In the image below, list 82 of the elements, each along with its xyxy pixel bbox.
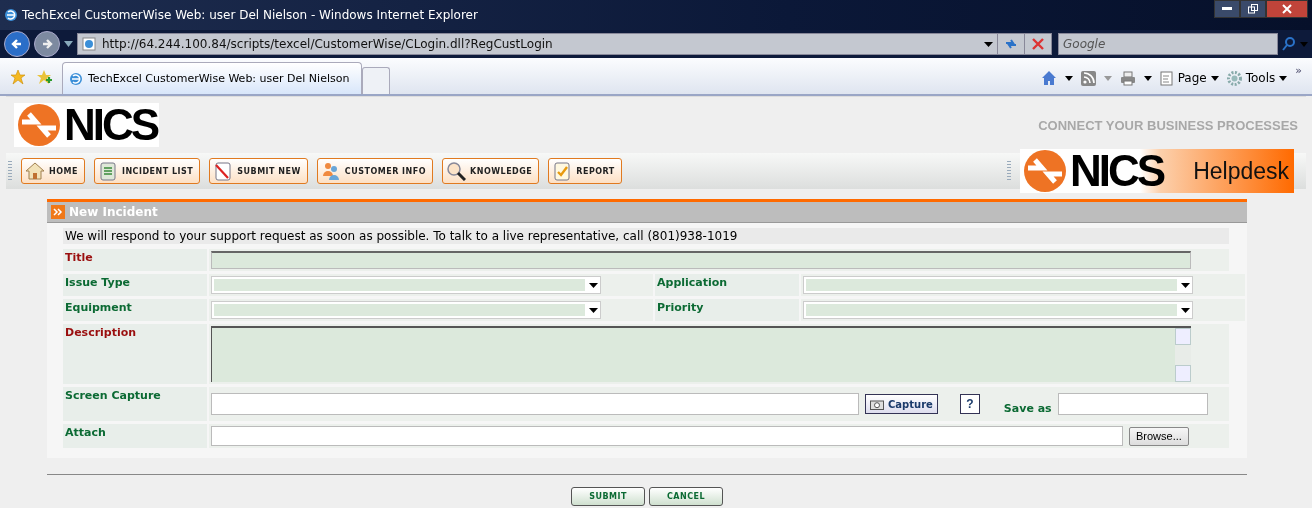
add-favorite-icon[interactable]: [36, 69, 52, 85]
forward-button[interactable]: [34, 31, 60, 57]
feed-icon[interactable]: [1080, 70, 1096, 86]
nav-button[interactable]: CUSTOMER INFO: [316, 158, 433, 184]
select-field[interactable]: [211, 276, 601, 294]
field-label: Equipment: [65, 301, 132, 314]
save-as-field[interactable]: [1057, 393, 1208, 415]
helpdesk-logo: NICS Helpdesk: [1020, 149, 1294, 193]
caret-icon[interactable]: [1064, 75, 1073, 81]
chevron-icon: [51, 205, 65, 219]
clipboard-icon: [97, 161, 118, 181]
capture-field[interactable]: [211, 393, 859, 415]
window-title: TechExcel CustomerWise Web: user Del Nielson - Windows Internet Explorer: [22, 8, 478, 22]
select-field[interactable]: [803, 276, 1193, 294]
clipboard-pen-icon: [213, 161, 234, 181]
back-button[interactable]: [4, 31, 30, 57]
form-button[interactable]: CANCEL: [649, 487, 723, 506]
page-menu[interactable]: Page: [1159, 70, 1219, 86]
star-icon[interactable]: [10, 69, 26, 85]
description-field[interactable]: [211, 326, 1191, 382]
dropdown-icon[interactable]: [64, 41, 73, 47]
checklist-icon: [552, 161, 573, 181]
minimize-button[interactable]: [1214, 0, 1240, 18]
address-field[interactable]: http://64.244.100.84/scripts/texcel/CustomerWise/CLogin.dll?RegCustLogin: [77, 33, 998, 55]
nav-button[interactable]: REPORT: [548, 158, 622, 184]
magnifier-icon: [446, 161, 466, 181]
field-label: Title: [65, 251, 93, 264]
minimize-icon: [1222, 7, 1232, 11]
restore-icon: [1248, 4, 1258, 14]
restore-button[interactable]: [1240, 0, 1266, 18]
select-field[interactable]: [211, 301, 601, 319]
nav-button[interactable]: INCIDENT LIST: [93, 158, 201, 184]
document-icon: [1159, 70, 1174, 86]
field-label: Attach: [65, 426, 106, 439]
nav-button[interactable]: SUBMIT NEW: [209, 158, 308, 184]
form-button[interactable]: SUBMIT: [571, 487, 645, 506]
people-icon: [320, 161, 341, 181]
gear-icon: [1226, 70, 1242, 86]
caret-icon: [1279, 75, 1288, 81]
caret-icon: [589, 307, 598, 313]
caret-icon: [1181, 282, 1190, 288]
field-label: Save as: [1003, 401, 1052, 415]
field-label: Description: [65, 326, 137, 339]
panel-header: New Incident: [47, 202, 1247, 223]
new-tab-button[interactable]: [362, 67, 390, 94]
home-icon[interactable]: [1040, 70, 1057, 86]
field-label: Issue Type: [65, 276, 130, 289]
browser-tab[interactable]: TechExcel CustomerWise Web: user Del Nielson: [62, 62, 362, 94]
search-field[interactable]: Google: [1058, 33, 1278, 55]
tagline: CONNECT YOUR BUSINESS PROCESSES: [1038, 117, 1298, 133]
browser-icon: [4, 8, 18, 22]
field-label: Priority: [657, 301, 704, 314]
select-field[interactable]: [803, 301, 1193, 319]
house-icon: [25, 161, 45, 181]
overflow-chevron[interactable]: »: [1295, 64, 1302, 77]
printer-icon[interactable]: [1119, 70, 1136, 86]
field-label: Application: [657, 276, 728, 289]
tools-menu[interactable]: Tools: [1226, 70, 1288, 86]
refresh-icon: [1004, 37, 1018, 51]
notice-text: We will respond to your support request as soon as possible. To talk to a live representative, call (801)938-1019: [63, 228, 1229, 244]
nav-button[interactable]: KNOWLEDGE: [442, 158, 540, 184]
camera-icon: [870, 398, 884, 410]
caret-icon: [1210, 75, 1219, 81]
browse-button[interactable]: Browse...: [1129, 426, 1189, 446]
browser-icon: [69, 71, 83, 86]
close-icon: [1282, 4, 1292, 14]
site-logo: NICS: [14, 103, 160, 147]
title-field[interactable]: [211, 251, 1191, 269]
field-label: Screen Capture: [65, 389, 161, 402]
nav-button[interactable]: HOME: [21, 158, 85, 184]
attach-field[interactable]: [211, 426, 1123, 446]
caret-icon[interactable]: [1143, 75, 1152, 81]
caret-icon: [1181, 307, 1190, 313]
stop-button[interactable]: [1024, 33, 1052, 55]
search-icon[interactable]: [1282, 37, 1296, 51]
capture-button[interactable]: Capture: [865, 394, 938, 414]
caret-icon[interactable]: [984, 41, 993, 47]
close-button[interactable]: [1266, 0, 1308, 18]
help-button[interactable]: ?: [959, 394, 980, 414]
close-icon: [1032, 38, 1044, 50]
caret-icon: [589, 282, 598, 288]
page-icon: [82, 37, 96, 51]
